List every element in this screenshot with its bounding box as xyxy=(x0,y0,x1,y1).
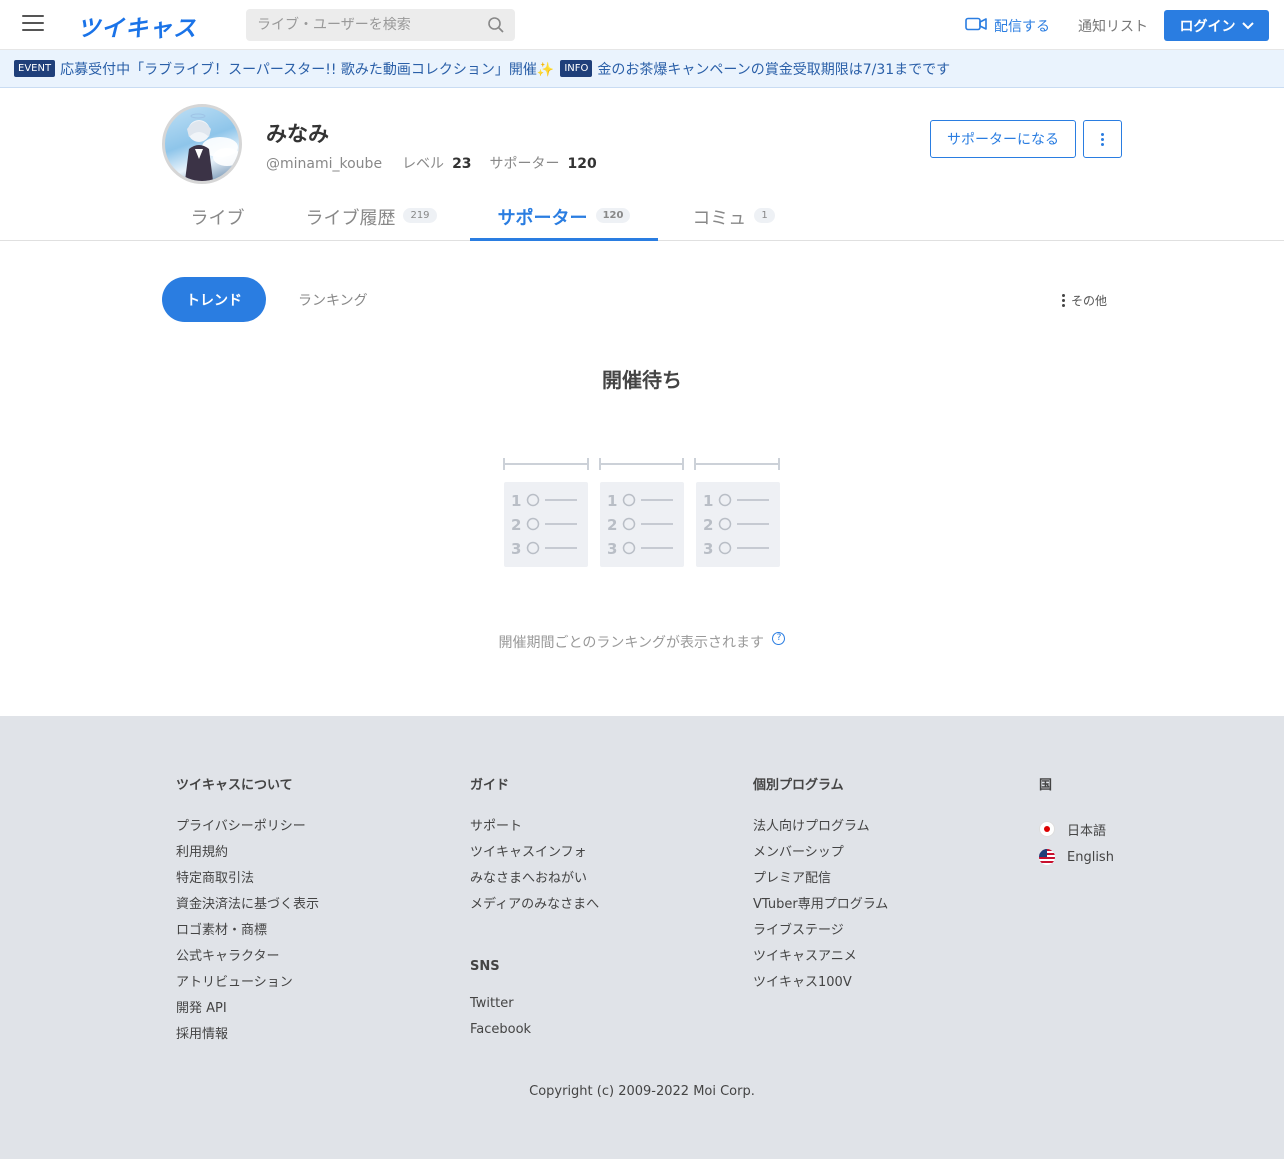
announcement-ticker: EVENT 応募受付中「ラブライブ！スーパースター!! 歌みた動画コレクション」… xyxy=(0,50,1284,88)
trend-tab[interactable]: トレンド xyxy=(162,277,266,322)
language-label: 日本語 xyxy=(1067,823,1107,839)
rank-number: 2 xyxy=(703,516,713,534)
become-supporter-button[interactable]: サポーターになる xyxy=(930,120,1076,158)
footer-link[interactable]: ツイキャス100V xyxy=(753,971,888,997)
language-label: English xyxy=(1067,849,1114,865)
footer-link[interactable]: ロゴ素材・商標 xyxy=(176,919,319,945)
footer-link[interactable]: 資金決済法に基づく表示 xyxy=(176,893,319,919)
tab-label: ライブ履歴 xyxy=(305,208,396,229)
vertical-dots-icon xyxy=(1062,294,1065,307)
footer-programs-column: 個別プログラム 法人向けプログラム メンバーシップ プレミア配信 VTuber専… xyxy=(753,774,888,997)
tab-label: サポーター xyxy=(497,208,588,229)
footer-link[interactable]: ライブステージ xyxy=(753,919,888,945)
rank-number: 3 xyxy=(607,540,617,558)
footer-link[interactable]: VTuber専用プログラム xyxy=(753,893,888,919)
footer-link[interactable]: ツイキャスインフォ xyxy=(470,841,599,867)
broadcast-label: 配信する xyxy=(994,19,1050,35)
profile-handle: @minami_koube xyxy=(266,156,383,172)
hamburger-menu-icon[interactable] xyxy=(22,15,44,35)
event-tag: EVENT xyxy=(14,60,56,77)
level-value: 23 xyxy=(452,156,472,172)
footer-programs-title: 個別プログラム xyxy=(753,778,844,793)
rank-number: 1 xyxy=(511,492,521,510)
tab-count: 120 xyxy=(595,208,631,223)
waiting-title: 開催待ち xyxy=(602,368,682,392)
footer-link[interactable]: 特定商取引法 xyxy=(176,867,319,893)
footer-guide-column: ガイド サポート ツイキャスインフォ みなさまへおねがい メディアのみなさまへ … xyxy=(470,774,599,1048)
event-announcement[interactable]: 応募受付中「ラブライブ！スーパースター!! 歌みた動画コレクション」開催✨ xyxy=(60,59,554,79)
footer-country-column: 国 日本語 English xyxy=(1039,774,1114,871)
site-logo[interactable]: ツイキャス xyxy=(77,9,197,43)
twitter-link[interactable]: Twitter xyxy=(470,996,599,1022)
login-label: ログイン xyxy=(1179,18,1236,35)
facebook-link[interactable]: Facebook xyxy=(470,1022,599,1048)
tab-community[interactable]: コミュ 1 xyxy=(692,192,775,241)
footer-link[interactable]: 法人向けプログラム xyxy=(753,815,888,841)
level-label: レベル xyxy=(402,156,445,172)
language-japanese[interactable]: 日本語 xyxy=(1039,815,1114,843)
footer-sns-title: SNS xyxy=(470,959,500,974)
tab-supporter[interactable]: サポーター 120 xyxy=(470,192,658,241)
footer-link[interactable]: 利用規約 xyxy=(176,841,319,867)
video-camera-icon xyxy=(965,17,987,35)
site-footer: ツイキャスについて プライバシーポリシー 利用規約 特定商取引法 資金決済法に基… xyxy=(0,716,1284,1159)
ranking-description: 開催期間ごとのランキングが表示されます ? xyxy=(0,632,1284,652)
info-tag: INFO xyxy=(560,60,593,77)
tab-count: 1 xyxy=(754,208,775,223)
profile-tabs: ライブ ライブ履歴 219 サポーター 120 コミュ 1 xyxy=(0,192,1284,241)
supporter-count: 120 xyxy=(567,156,597,172)
chevron-down-icon xyxy=(1241,18,1254,34)
footer-link[interactable]: アトリビューション xyxy=(176,971,319,997)
profile-name: みなみ xyxy=(266,122,329,146)
rank-number: 1 xyxy=(607,492,617,510)
top-header: ツイキャス 配信する 通知リスト ログイン xyxy=(0,0,1284,50)
footer-country-title: 国 xyxy=(1039,778,1053,793)
login-button[interactable]: ログイン xyxy=(1164,10,1269,41)
footer-link[interactable]: 採用情報 xyxy=(176,1023,319,1049)
copyright: Copyright (c) 2009-2022 Moi Corp. xyxy=(529,1084,755,1099)
tab-live-history[interactable]: ライブ履歴 219 xyxy=(305,192,437,241)
footer-link[interactable]: みなさまへおねがい xyxy=(470,867,599,893)
footer-link[interactable]: 開発 API xyxy=(176,997,319,1023)
footer-link[interactable]: ツイキャスアニメ xyxy=(753,945,888,971)
search-box xyxy=(246,9,515,41)
tab-live[interactable]: ライブ xyxy=(190,192,245,241)
us-flag-icon xyxy=(1039,849,1055,865)
footer-guide-title: ガイド xyxy=(470,778,510,793)
search-input[interactable] xyxy=(246,9,476,41)
info-announcement[interactable]: 金のお茶爆キャンペーンの賞金受取期限は7/31までです xyxy=(597,59,950,79)
other-menu[interactable]: その他 xyxy=(1062,292,1107,309)
other-label: その他 xyxy=(1071,294,1108,308)
footer-about-title: ツイキャスについて xyxy=(176,778,293,793)
footer-link[interactable]: サポート xyxy=(470,815,599,841)
language-english[interactable]: English xyxy=(1039,843,1114,871)
tab-label: ライブ xyxy=(190,208,245,229)
footer-link[interactable]: メディアのみなさまへ xyxy=(470,893,599,919)
rank-number: 1 xyxy=(703,492,713,510)
avatar[interactable] xyxy=(162,104,242,184)
search-icon[interactable] xyxy=(487,16,505,38)
rank-number: 3 xyxy=(703,540,713,558)
footer-link[interactable]: プレミア配信 xyxy=(753,867,888,893)
ranking-description-text: 開催期間ごとのランキングが表示されます xyxy=(498,635,764,651)
rank-number: 2 xyxy=(607,516,617,534)
footer-about-column: ツイキャスについて プライバシーポリシー 利用規約 特定商取引法 資金決済法に基… xyxy=(176,774,319,1049)
tab-label: コミュ xyxy=(692,208,747,229)
rank-number: 2 xyxy=(511,516,521,534)
tab-count: 219 xyxy=(403,208,437,223)
footer-link[interactable]: メンバーシップ xyxy=(753,841,888,867)
more-options-icon[interactable] xyxy=(1083,120,1122,158)
footer-link[interactable]: プライバシーポリシー xyxy=(176,815,319,841)
supporter-label: サポーター xyxy=(489,156,560,172)
ranking-placeholder-illustration: 1 2 3 1 2 3 1 2 3 xyxy=(502,455,782,573)
japan-flag-icon xyxy=(1039,821,1055,837)
profile-meta: @minami_koube レベル 23 サポーター 120 xyxy=(266,153,607,173)
ranking-tab[interactable]: ランキング xyxy=(298,290,368,310)
help-icon[interactable]: ? xyxy=(772,632,786,645)
rank-number: 3 xyxy=(511,540,521,558)
broadcast-button[interactable]: 配信する xyxy=(965,16,1050,36)
notification-list-link[interactable]: 通知リスト xyxy=(1078,16,1148,36)
footer-link[interactable]: 公式キャラクター xyxy=(176,945,319,971)
